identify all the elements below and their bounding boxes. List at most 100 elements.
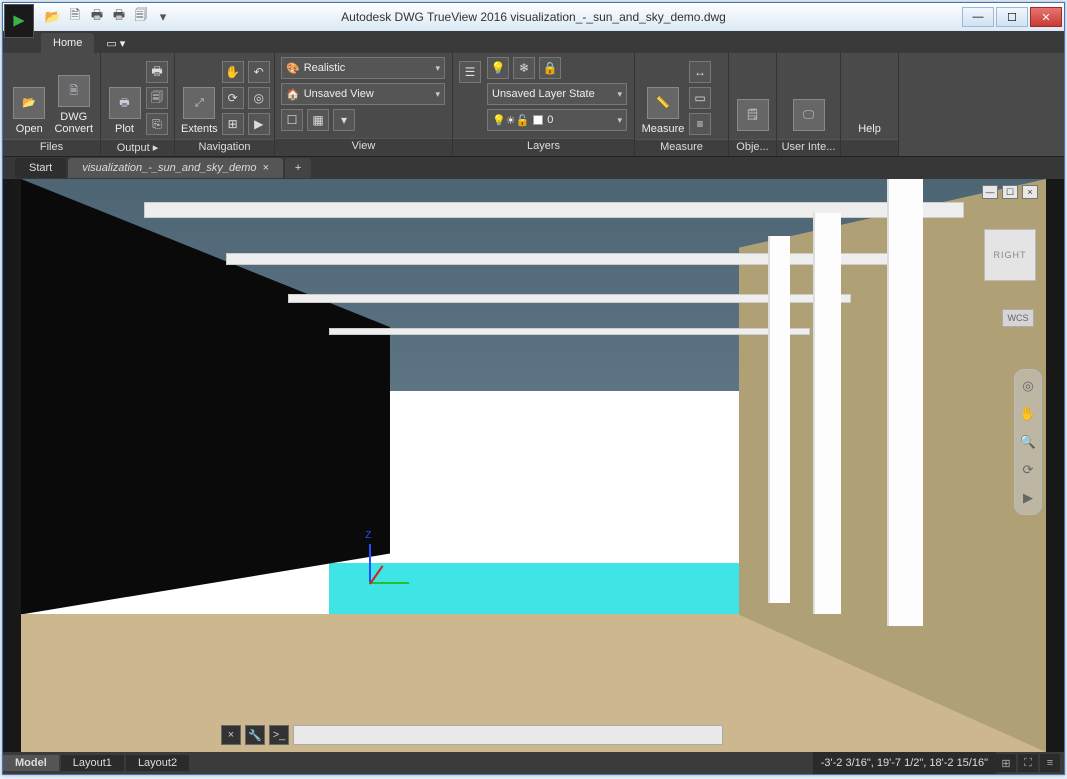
dwg-convert-icon: 🗎 <box>58 75 90 107</box>
layer-freeze-icon[interactable]: ❄ <box>513 57 535 79</box>
measure-button[interactable]: 📏Measure <box>641 57 685 135</box>
layer-off-icon[interactable]: 💡 <box>487 57 509 79</box>
dwg-convert-button[interactable]: 🗎DWG Convert <box>54 57 95 135</box>
tab-layout1[interactable]: Layout1 <box>61 755 124 771</box>
vp-close-icon[interactable]: × <box>1022 185 1038 199</box>
user-interface-button[interactable]: 🖵 <box>783 57 834 135</box>
panel-title-objprops[interactable]: Obje... <box>729 139 776 156</box>
vp-minimize-icon[interactable]: — <box>982 185 998 199</box>
window-controls: — ☐ ✕ <box>962 7 1064 27</box>
zoom-previous-icon[interactable]: ↶ <box>248 61 270 83</box>
panel-view: 🎨Realistic 🏠Unsaved View ☐ ▦ ▾ View <box>275 53 453 156</box>
maximize-button[interactable]: ☐ <box>996 7 1028 27</box>
left-gutter <box>3 179 21 752</box>
cmd-settings-icon[interactable]: 🔧 <box>245 725 265 745</box>
layer-state-dropdown[interactable]: Unsaved Layer State <box>487 83 627 105</box>
open-button[interactable]: 📂Open <box>9 57 50 135</box>
vp-maximize-icon[interactable]: ☐ <box>1002 185 1018 199</box>
orbit-icon[interactable]: ⟳ <box>222 87 244 109</box>
viewport-area: Z — ☐ × RIGHT WCS ◎ ✋ 🔍 ⟳ ▶ × 🔧 >_ <box>3 179 1064 752</box>
render-beam <box>329 328 811 335</box>
status-icon-1[interactable]: ⊞ <box>996 754 1016 772</box>
layer-lock-icon[interactable]: 🔒 <box>539 57 561 79</box>
plot-button[interactable]: 🖶Plot <box>107 57 142 135</box>
command-input[interactable] <box>293 725 723 745</box>
showmotion-icon[interactable]: ▶ <box>248 113 270 135</box>
status-bar: Model Layout1 Layout2 -3'-2 3/16", 19'-7… <box>3 752 1064 774</box>
wcs-label[interactable]: WCS <box>1002 309 1034 327</box>
tab-start[interactable]: Start <box>15 158 66 178</box>
cmd-prompt-icon[interactable]: >_ <box>269 725 289 745</box>
extents-button[interactable]: ⤢Extents <box>181 57 218 135</box>
status-toggles: ⊞ ⛶ ≡ <box>996 754 1064 772</box>
tab-model[interactable]: Model <box>3 755 59 771</box>
layer-properties-icon[interactable]: ☰ <box>459 61 481 83</box>
panel-title-layers: Layers <box>453 138 634 156</box>
pan-icon[interactable]: ✋ <box>222 61 244 83</box>
render-beam <box>144 202 964 218</box>
qat-dropdown-icon[interactable]: ▾ <box>153 7 173 27</box>
lock-icon: 🔓 <box>516 114 530 127</box>
steering-wheel-icon[interactable]: ◎ <box>248 87 270 109</box>
panel-navigation: ⤢Extents ✋ ⟳ ⊞ ↶ ◎ ▶ Navigation <box>175 53 275 156</box>
viewport-window-controls: — ☐ × <box>982 185 1038 199</box>
zoom-window-icon[interactable]: ⊞ <box>222 113 244 135</box>
tab-close-icon[interactable]: × <box>263 162 269 174</box>
cmd-close-icon[interactable]: × <box>221 725 241 745</box>
sun-icon: ☀ <box>506 114 516 127</box>
open-icon[interactable]: 📂 <box>43 7 63 27</box>
quick-access-toolbar: 📂 🗎 🖶 🖶 🗐 ▾ <box>43 7 173 27</box>
render-column <box>887 179 923 626</box>
nav-wheel-icon[interactable]: ◎ <box>1018 376 1038 396</box>
tab-drawing-active[interactable]: visualization_-_sun_and_sky_demo × <box>68 158 283 178</box>
plot-preview-icon[interactable]: 🖶 <box>109 7 129 27</box>
panel-layers: ☰ 💡 ❄ 🔒 Unsaved Layer State 💡 ☀ 🔓 0 <box>453 53 635 156</box>
printer-icon: 🖶 <box>109 87 141 119</box>
app-menu-button[interactable] <box>4 4 34 38</box>
window-title: Autodesk DWG TrueView 2016 visualization… <box>341 10 726 24</box>
minimize-button[interactable]: — <box>962 7 994 27</box>
nav-showmotion-icon[interactable]: ▶ <box>1018 488 1038 508</box>
panel-title-output[interactable]: Output ▸ <box>101 139 174 156</box>
visual-style-dropdown[interactable]: 🎨Realistic <box>281 57 445 79</box>
panel-user-interface: 🖵 User Inte... <box>777 53 841 156</box>
area-icon[interactable]: ▭ <box>689 87 711 109</box>
current-layer-dropdown[interactable]: 💡 ☀ 🔓 0 <box>487 109 627 131</box>
object-properties-button[interactable]: 🗒 <box>735 57 770 135</box>
panel-measure: 📏Measure ↔ ▭ ≡ Measure <box>635 53 729 156</box>
view-cube[interactable]: RIGHT <box>984 229 1036 281</box>
nav-orbit-icon[interactable]: ⟳ <box>1018 460 1038 480</box>
nav-zoom-icon[interactable]: 🔍 <box>1018 432 1038 452</box>
panel-title-ui[interactable]: User Inte... <box>777 139 840 156</box>
distance-icon[interactable]: ↔ <box>689 61 711 83</box>
print-icon[interactable]: 🖶 <box>87 7 107 27</box>
status-icon-2[interactable]: ⛶ <box>1018 754 1038 772</box>
panel-title-measure: Measure <box>635 139 728 156</box>
close-button[interactable]: ✕ <box>1030 7 1062 27</box>
view-manager-icon[interactable]: ☐ <box>281 109 303 131</box>
title-bar: 📂 🗎 🖶 🖶 🗐 ▾ Autodesk DWG TrueView 2016 v… <box>3 3 1064 31</box>
export-icon[interactable]: ⎘ <box>146 113 168 135</box>
nav-pan-icon[interactable]: ✋ <box>1018 404 1038 424</box>
page-setup-icon[interactable]: 🗐 <box>146 87 168 109</box>
save-icon[interactable]: 🗎 <box>65 7 85 27</box>
panel-object-properties: 🗒 Obje... <box>729 53 777 156</box>
ribbon-tab-row: Home ▭ ▾ <box>3 31 1064 53</box>
status-icon-3[interactable]: ≡ <box>1040 754 1060 772</box>
list-icon[interactable]: ≡ <box>689 113 711 135</box>
render-icon: 🎨 <box>286 62 300 75</box>
render-column <box>813 213 841 614</box>
tab-new-drawing[interactable]: + <box>285 158 311 178</box>
panel-files: 📂Open 🗎DWG Convert Files <box>3 53 101 156</box>
viewport-config-icon[interactable]: ▦ <box>307 109 329 131</box>
help-button[interactable]: Help <box>847 57 892 135</box>
batch-plot-icon[interactable]: 🖶 <box>146 61 168 83</box>
bulb-icon: 💡 <box>492 114 506 127</box>
named-view-dropdown[interactable]: 🏠Unsaved View <box>281 83 445 105</box>
drawing-canvas[interactable]: Z — ☐ × RIGHT WCS ◎ ✋ 🔍 ⟳ ▶ × 🔧 >_ <box>21 179 1046 752</box>
publish-icon[interactable]: 🗐 <box>131 7 151 27</box>
tab-quick-dropdown[interactable]: ▭ ▾ <box>98 33 133 53</box>
tab-layout2[interactable]: Layout2 <box>126 755 189 771</box>
view-more-icon[interactable]: ▾ <box>333 109 355 131</box>
tab-home[interactable]: Home <box>41 33 94 53</box>
